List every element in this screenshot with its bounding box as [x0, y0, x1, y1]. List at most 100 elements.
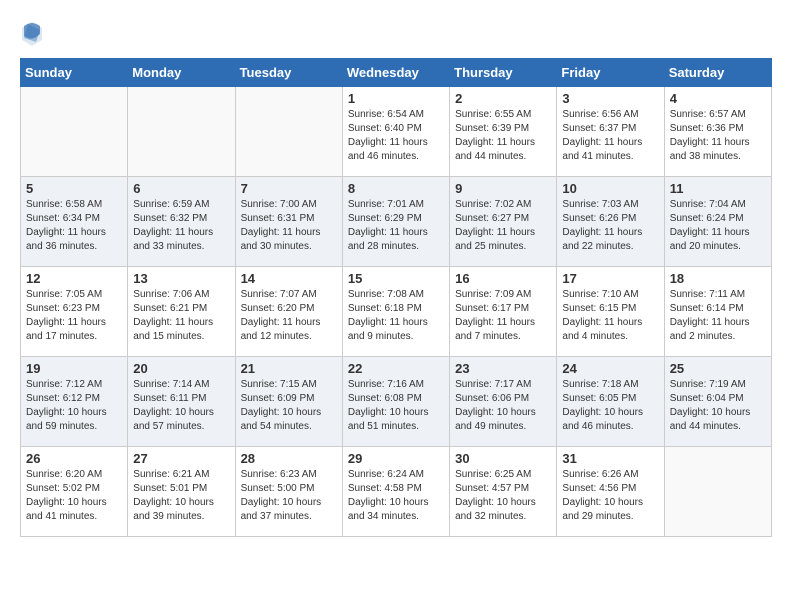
day-info: Sunrise: 7:04 AM Sunset: 6:24 PM Dayligh…: [670, 198, 766, 254]
column-header-thursday: Thursday: [450, 59, 557, 87]
day-info: Sunrise: 7:09 AM Sunset: 6:17 PM Dayligh…: [455, 288, 551, 344]
calendar-cell: 25 Sunrise: 7:19 AM Sunset: 6:04 PM Dayli…: [664, 357, 771, 447]
calendar-cell: 1 Sunrise: 6:54 AM Sunset: 6:40 PM Daylig…: [342, 87, 449, 177]
day-number: 20: [133, 361, 229, 376]
day-number: 26: [26, 451, 122, 466]
day-number: 2: [455, 91, 551, 106]
day-number: 15: [348, 271, 444, 286]
day-number: 3: [562, 91, 658, 106]
calendar-cell: 16 Sunrise: 7:09 AM Sunset: 6:17 PM Dayli…: [450, 267, 557, 357]
day-number: 12: [26, 271, 122, 286]
column-header-wednesday: Wednesday: [342, 59, 449, 87]
day-info: Sunrise: 6:20 AM Sunset: 5:02 PM Dayligh…: [26, 468, 122, 524]
calendar-cell: 12 Sunrise: 7:05 AM Sunset: 6:23 PM Dayli…: [21, 267, 128, 357]
day-info: Sunrise: 7:19 AM Sunset: 6:04 PM Dayligh…: [670, 378, 766, 434]
day-number: 13: [133, 271, 229, 286]
calendar-cell: 19 Sunrise: 7:12 AM Sunset: 6:12 PM Dayli…: [21, 357, 128, 447]
day-number: 8: [348, 181, 444, 196]
calendar-cell: 30 Sunrise: 6:25 AM Sunset: 4:57 PM Dayli…: [450, 447, 557, 537]
calendar-cell: 20Sunrise: 7:14 AM Sunset: 6:11 PM Dayli…: [128, 357, 235, 447]
day-info: Sunrise: 7:00 AM Sunset: 6:31 PM Dayligh…: [241, 198, 337, 254]
day-info: Sunrise: 7:18 AM Sunset: 6:05 PM Dayligh…: [562, 378, 658, 434]
day-info: Sunrise: 7:15 AM Sunset: 6:09 PM Dayligh…: [241, 378, 337, 434]
calendar-cell: 6Sunrise: 6:59 AM Sunset: 6:32 PM Daylig…: [128, 177, 235, 267]
page-header: [20, 20, 772, 48]
day-info: Sunrise: 7:05 AM Sunset: 6:23 PM Dayligh…: [26, 288, 122, 344]
column-header-saturday: Saturday: [664, 59, 771, 87]
calendar-cell: [128, 87, 235, 177]
calendar-cell: 13 Sunrise: 7:06 AM Sunset: 6:21 PM Dayli…: [128, 267, 235, 357]
day-number: 10: [562, 181, 658, 196]
logo: [20, 20, 48, 48]
calendar-cell: 22 Sunrise: 7:16 AM Sunset: 6:08 PM Dayli…: [342, 357, 449, 447]
day-number: 14: [241, 271, 337, 286]
calendar-cell: 11 Sunrise: 7:04 AM Sunset: 6:24 PM Dayli…: [664, 177, 771, 267]
day-number: 9: [455, 181, 551, 196]
calendar-cell: 15Sunrise: 7:08 AM Sunset: 6:18 PM Dayli…: [342, 267, 449, 357]
calendar-cell: 5 Sunrise: 6:58 AM Sunset: 6:34 PM Daylig…: [21, 177, 128, 267]
day-number: 16: [455, 271, 551, 286]
calendar-cell: 4 Sunrise: 6:57 AM Sunset: 6:36 PM Daylig…: [664, 87, 771, 177]
day-info: Sunrise: 6:58 AM Sunset: 6:34 PM Dayligh…: [26, 198, 122, 254]
day-number: 22: [348, 361, 444, 376]
calendar-week-row: 12 Sunrise: 7:05 AM Sunset: 6:23 PM Dayli…: [21, 267, 772, 357]
day-number: 11: [670, 181, 766, 196]
day-info: Sunrise: 6:23 AM Sunset: 5:00 PM Dayligh…: [241, 468, 337, 524]
calendar-cell: 23 Sunrise: 7:17 AM Sunset: 6:06 PM Dayli…: [450, 357, 557, 447]
day-info: Sunrise: 7:16 AM Sunset: 6:08 PM Dayligh…: [348, 378, 444, 434]
calendar-cell: 18Sunrise: 7:11 AM Sunset: 6:14 PM Dayli…: [664, 267, 771, 357]
day-info: Sunrise: 6:24 AM Sunset: 4:58 PM Dayligh…: [348, 468, 444, 524]
day-number: 1: [348, 91, 444, 106]
column-header-monday: Monday: [128, 59, 235, 87]
day-info: Sunrise: 6:54 AM Sunset: 6:40 PM Dayligh…: [348, 108, 444, 164]
day-info: Sunrise: 6:59 AM Sunset: 6:32 PM Dayligh…: [133, 198, 229, 254]
day-number: 30: [455, 451, 551, 466]
calendar-cell: 31 Sunrise: 6:26 AM Sunset: 4:56 PM Dayli…: [557, 447, 664, 537]
calendar-cell: 27 Sunrise: 6:21 AM Sunset: 5:01 PM Dayli…: [128, 447, 235, 537]
day-info: Sunrise: 6:26 AM Sunset: 4:56 PM Dayligh…: [562, 468, 658, 524]
calendar-cell: 10 Sunrise: 7:03 AM Sunset: 6:26 PM Dayli…: [557, 177, 664, 267]
day-number: 21: [241, 361, 337, 376]
calendar-week-row: 26 Sunrise: 6:20 AM Sunset: 5:02 PM Dayli…: [21, 447, 772, 537]
day-info: Sunrise: 7:06 AM Sunset: 6:21 PM Dayligh…: [133, 288, 229, 344]
calendar-week-row: 19 Sunrise: 7:12 AM Sunset: 6:12 PM Dayli…: [21, 357, 772, 447]
day-info: Sunrise: 7:10 AM Sunset: 6:15 PM Dayligh…: [562, 288, 658, 344]
day-number: 31: [562, 451, 658, 466]
day-info: Sunrise: 6:56 AM Sunset: 6:37 PM Dayligh…: [562, 108, 658, 164]
day-number: 24: [562, 361, 658, 376]
day-info: Sunrise: 6:21 AM Sunset: 5:01 PM Dayligh…: [133, 468, 229, 524]
day-info: Sunrise: 7:01 AM Sunset: 6:29 PM Dayligh…: [348, 198, 444, 254]
day-number: 7: [241, 181, 337, 196]
day-number: 4: [670, 91, 766, 106]
calendar-table: SundayMondayTuesdayWednesdayThursdayFrid…: [20, 58, 772, 537]
day-info: Sunrise: 7:11 AM Sunset: 6:14 PM Dayligh…: [670, 288, 766, 344]
calendar-cell: [21, 87, 128, 177]
calendar-cell: 8 Sunrise: 7:01 AM Sunset: 6:29 PM Daylig…: [342, 177, 449, 267]
day-info: Sunrise: 7:17 AM Sunset: 6:06 PM Dayligh…: [455, 378, 551, 434]
calendar-cell: 26 Sunrise: 6:20 AM Sunset: 5:02 PM Dayli…: [21, 447, 128, 537]
calendar-cell: 7 Sunrise: 7:00 AM Sunset: 6:31 PM Daylig…: [235, 177, 342, 267]
column-header-friday: Friday: [557, 59, 664, 87]
calendar-cell: 21 Sunrise: 7:15 AM Sunset: 6:09 PM Dayli…: [235, 357, 342, 447]
column-header-tuesday: Tuesday: [235, 59, 342, 87]
day-number: 5: [26, 181, 122, 196]
calendar-cell: 3 Sunrise: 6:56 AM Sunset: 6:37 PM Daylig…: [557, 87, 664, 177]
day-number: 28: [241, 451, 337, 466]
calendar-cell: 24 Sunrise: 7:18 AM Sunset: 6:05 PM Dayli…: [557, 357, 664, 447]
day-number: 27: [133, 451, 229, 466]
day-number: 23: [455, 361, 551, 376]
calendar-cell: [664, 447, 771, 537]
day-info: Sunrise: 7:07 AM Sunset: 6:20 PM Dayligh…: [241, 288, 337, 344]
calendar-cell: 17Sunrise: 7:10 AM Sunset: 6:15 PM Dayli…: [557, 267, 664, 357]
calendar-cell: 28 Sunrise: 6:23 AM Sunset: 5:00 PM Dayli…: [235, 447, 342, 537]
day-info: Sunrise: 6:57 AM Sunset: 6:36 PM Dayligh…: [670, 108, 766, 164]
day-info: Sunrise: 6:25 AM Sunset: 4:57 PM Dayligh…: [455, 468, 551, 524]
day-info: Sunrise: 7:12 AM Sunset: 6:12 PM Dayligh…: [26, 378, 122, 434]
day-info: Sunrise: 7:03 AM Sunset: 6:26 PM Dayligh…: [562, 198, 658, 254]
calendar-cell: 29 Sunrise: 6:24 AM Sunset: 4:58 PM Dayli…: [342, 447, 449, 537]
day-number: 29: [348, 451, 444, 466]
calendar-cell: 2Sunrise: 6:55 AM Sunset: 6:39 PM Daylig…: [450, 87, 557, 177]
day-number: 19: [26, 361, 122, 376]
calendar-week-row: 5 Sunrise: 6:58 AM Sunset: 6:34 PM Daylig…: [21, 177, 772, 267]
day-number: 25: [670, 361, 766, 376]
